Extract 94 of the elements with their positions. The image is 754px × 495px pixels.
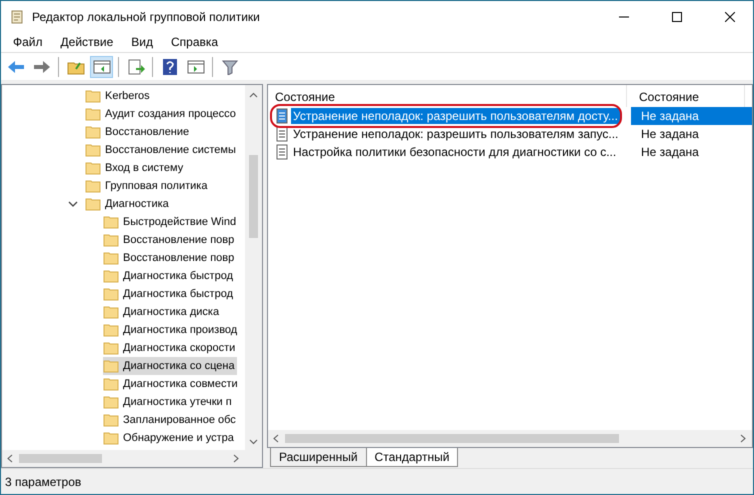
folder-icon [103,287,119,301]
policy-state: Не задана [640,126,700,143]
tree-item[interactable]: Обнаружение и устра [103,429,236,447]
tree-item[interactable]: Диагностика скорости [103,339,238,357]
window-title: Редактор локальной групповой политики [32,10,261,24]
horizontal-scrollbar[interactable] [268,430,752,447]
folder-icon [103,431,119,445]
status-text: 3 параметров [5,474,82,488]
tree-item-label: Восстановление повр [123,252,234,264]
folder-icon [85,125,101,139]
tree-item-label: Аудит создания процессо [105,108,236,120]
policy-name: Настройка политики безопасности для диагностики со с... [292,144,618,160]
policy-name: Устранение неполадок: разрешить пользователям досту... [291,108,620,124]
column-header[interactable]: Состояние [275,85,627,107]
folder-icon [103,269,119,283]
tree-item-label: Восстановление системы [105,144,236,156]
folder-icon [85,107,101,121]
tree-item-label: Kerberos [105,90,150,102]
policy-name: Устранение неполадок: разрешить пользователям запус... [292,126,620,142]
folder-icon [103,377,119,391]
tree-item-label: Диагностика утечки п [123,396,232,408]
table-row[interactable]: Устранение неполадок: разрешить пользователям запус... Не задана [268,125,752,143]
tree-item[interactable]: Восстановление [85,123,192,141]
scroll-thumb[interactable] [285,434,619,443]
menu-item[interactable]: Действие [52,35,122,49]
tree-item[interactable]: Диагностика производ [103,321,240,339]
tree-item-label: Восстановление [105,126,190,138]
folder-icon [85,197,101,211]
folder-icon [103,215,119,229]
tree-item-label: Диагностика скорости [123,342,236,354]
tree-item[interactable]: Диагностика совмести [103,375,240,393]
view-tab[interactable]: Стандартный [366,448,458,467]
table-row[interactable]: Настройка политики безопасности для диагностики со с... Не задана [268,143,752,161]
folder-icon [103,305,119,319]
tree-item[interactable]: Быстродействие Wind [103,213,238,231]
tree-item[interactable]: Kerberos [85,87,152,105]
tree-item[interactable]: Запланированное обс [103,411,238,429]
chevron-down-icon[interactable] [68,199,78,209]
tree-item-label: Групповая политика [105,180,208,192]
tree-item-label: Диагностика производ [123,324,238,336]
folder-icon [85,143,101,157]
horizontal-scrollbar[interactable] [2,450,262,467]
policy-state: Не задана [640,144,700,161]
tree-item[interactable]: Диагностика диска [103,303,222,321]
tree-item[interactable]: Диагностика [85,195,171,213]
menu-item[interactable]: Файл [4,35,52,49]
maximize-icon [672,12,682,22]
folder-icon [103,323,119,337]
policy-state: Не задана [631,107,752,125]
folder-icon [103,395,119,409]
tree-item-label: Диагностика [105,198,169,210]
tree-item-label: Восстановление повр [123,234,234,246]
tree-item[interactable]: Восстановление повр [103,249,236,267]
tree-item-label: Диагностика быстрод [123,288,233,300]
tree-item[interactable]: Групповая политика [85,177,210,195]
tree-item[interactable]: Диагностика утечки п [103,393,234,411]
tree-item[interactable]: Аудит создания процессо [85,105,238,123]
scroll-down-icon[interactable] [249,437,258,446]
tree-item-label: Вход в систему [105,162,184,174]
menu-item[interactable]: Вид [122,35,162,49]
vertical-scrollbar[interactable] [245,85,262,450]
folder-icon [103,233,119,247]
document-icon [275,144,289,160]
view-tab[interactable]: Расширенный [270,448,367,467]
folder-icon [103,251,119,265]
folder-icon [85,179,101,193]
folder-icon [103,341,119,355]
scroll-thumb[interactable] [19,454,102,463]
tree-item[interactable]: Диагностика быстрод [103,267,235,285]
tree-item-label: Диагностика со сцена [123,360,235,372]
scroll-up-icon[interactable] [249,91,258,100]
document-icon [275,108,289,124]
tree-item-label: Быстродействие Wind [123,216,236,228]
close-icon [725,12,735,22]
menu-item[interactable]: Справка [162,35,228,49]
tree-item[interactable]: Диагностика со сцена [103,357,237,375]
tree-item[interactable]: Восстановление повр [103,231,236,249]
tree-item-label: Диагностика совмести [123,378,238,390]
folder-icon [85,161,101,175]
tree-item[interactable]: Вход в систему [85,159,186,177]
folder-icon [103,359,119,373]
folder-icon [103,413,119,427]
document-icon [275,126,289,142]
tree-item-label: Запланированное обс [123,414,236,426]
tree-item-label: Диагностика диска [123,306,220,318]
tree-item[interactable]: Диагностика быстрод [103,285,235,303]
tree-item-label: Обнаружение и устра [123,432,234,444]
show-tree-button[interactable] [90,56,113,78]
tree-item-label: Диагностика быстрод [123,270,233,282]
folder-icon [85,89,101,103]
tree-item[interactable]: Восстановление системы [85,141,238,159]
scroll-thumb[interactable] [249,155,258,238]
scroll-icon [9,8,25,24]
table-row[interactable]: Устранение неполадок: разрешить пользователям досту... Не задана [268,107,752,125]
